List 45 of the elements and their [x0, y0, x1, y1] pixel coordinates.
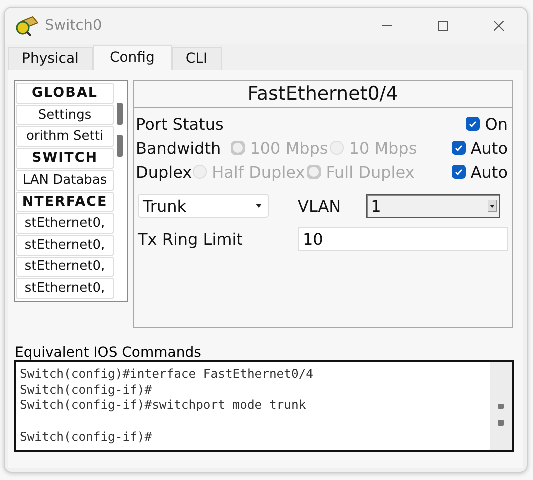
checkbox[interactable]	[466, 117, 480, 131]
field-label: VLAN	[298, 196, 342, 216]
section-label: Equivalent IOS Commands	[15, 345, 202, 360]
list-item[interactable]: stEthernet0,	[16, 234, 114, 256]
radio-label: 10 Mbps	[349, 138, 418, 158]
maximize-icon[interactable]	[438, 21, 448, 31]
list-item[interactable]: stEthernet0,	[16, 213, 114, 234]
vlan-dropdown[interactable]: 1	[366, 194, 500, 218]
list-item[interactable]: stEthernet0,	[16, 278, 114, 300]
console-line: Switch(config-if)#	[20, 382, 152, 398]
checkbox-label: On	[485, 114, 508, 134]
field-label: Port Status	[136, 114, 224, 134]
scrollbar-thumb[interactable]	[498, 404, 504, 426]
list-item[interactable]: stEthernet0,	[16, 256, 114, 278]
field-label: Tx Ring Limit	[138, 230, 243, 248]
tab[interactable]: Physical	[8, 47, 93, 70]
radio-label: Half Duplex	[212, 162, 306, 182]
console-line: Switch(config)#interface FastEthernet0/4	[20, 367, 314, 383]
tab[interactable]: Config	[92, 45, 172, 70]
list-item[interactable]: Settings	[16, 104, 114, 126]
close-icon[interactable]	[494, 21, 504, 31]
field-label: Duplex	[136, 162, 192, 182]
checkbox[interactable]	[452, 165, 466, 179]
radio-label: 100 Mbps	[250, 138, 328, 158]
list-header[interactable]: GLOBAL	[16, 83, 114, 104]
checkbox[interactable]	[452, 141, 466, 155]
list-header[interactable]: SWITCH	[16, 148, 114, 169]
caret-icon	[256, 204, 262, 208]
console-line: Switch(config-if)#switchport mode trunk	[20, 398, 306, 414]
list-header[interactable]: NTERFACE	[16, 192, 114, 212]
checkbox-label: Auto	[470, 138, 508, 158]
tab[interactable]: CLI	[172, 47, 222, 70]
scrollbar-thumb[interactable]	[117, 103, 125, 157]
list-item[interactable]: orithm Setti	[16, 126, 114, 148]
switch-icon	[15, 15, 39, 37]
console-line: Switch(config-if)#	[20, 428, 152, 446]
field-label: Bandwidth	[136, 138, 222, 158]
mode-dropdown[interactable]: Trunk	[138, 194, 269, 218]
radio-label: Full Duplex	[326, 162, 415, 182]
list-item[interactable]: LAN Databas	[16, 170, 114, 191]
checkbox-label: Auto	[470, 162, 508, 182]
window-title: Switch0	[45, 18, 104, 34]
port-title: FastEthernet0/4	[134, 81, 512, 108]
caret-icon	[488, 200, 498, 212]
input-field[interactable]: 10	[298, 227, 508, 251]
